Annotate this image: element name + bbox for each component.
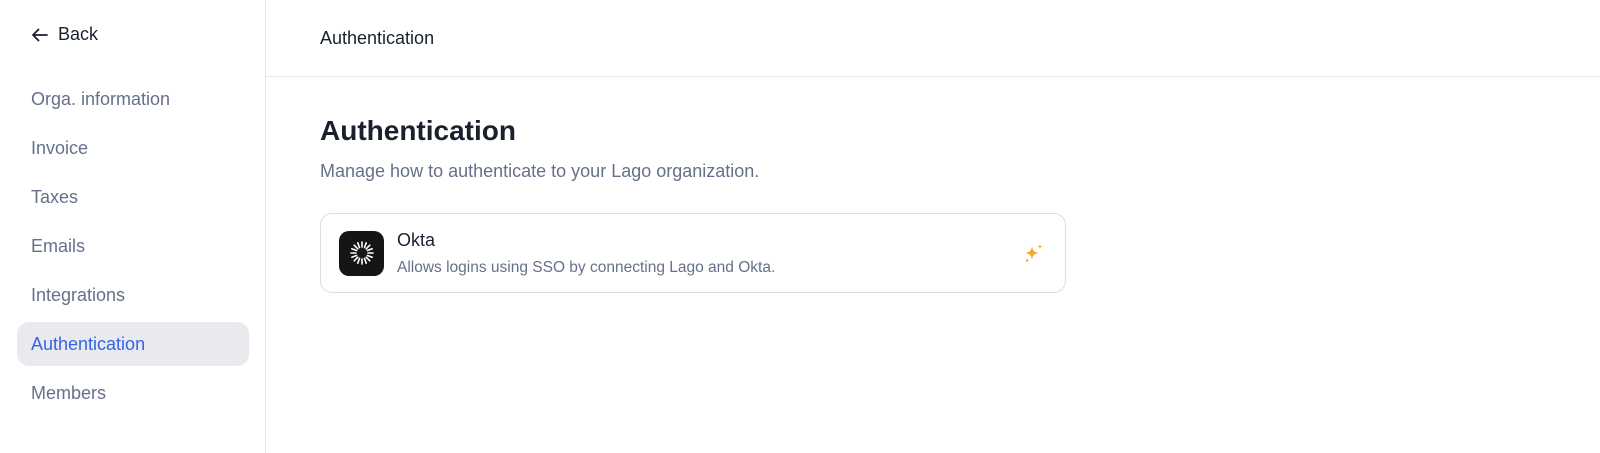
okta-logo-icon bbox=[339, 230, 384, 276]
sidebar-item-authentication[interactable]: Authentication bbox=[17, 322, 249, 366]
okta-card-text: Okta Allows logins using SSO by connecti… bbox=[397, 230, 775, 277]
back-label: Back bbox=[58, 24, 99, 44]
okta-card-title: Okta bbox=[397, 229, 436, 250]
page-header: Authentication bbox=[266, 0, 1600, 77]
arrow-left-icon bbox=[32, 28, 48, 41]
page-subtitle: Manage how to authenticate to your Lago … bbox=[320, 161, 760, 181]
okta-integration-card[interactable]: Okta Allows logins using SSO by connecti… bbox=[320, 213, 1066, 293]
header-title: Authentication bbox=[320, 27, 435, 48]
sidebar-item-taxes[interactable]: Taxes bbox=[17, 175, 249, 219]
okta-card-description: Allows logins using SSO by connecting La… bbox=[397, 258, 776, 276]
sidebar-item-integrations[interactable]: Integrations bbox=[17, 273, 249, 317]
page-title: Authentication bbox=[320, 115, 516, 146]
sidebar-item-invoice[interactable]: Invoice bbox=[17, 126, 249, 170]
settings-nav: Orga. information Invoice Taxes Emails I… bbox=[17, 77, 249, 420]
sidebar-item-emails[interactable]: Emails bbox=[17, 224, 249, 268]
sidebar-item-members[interactable]: Members bbox=[17, 371, 249, 415]
page-content: Authentication Manage how to authenticat… bbox=[266, 115, 1600, 293]
app-root: Back Orga. information Invoice Taxes Ema… bbox=[0, 0, 1600, 453]
sparkles-icon bbox=[1025, 244, 1043, 262]
back-button[interactable]: Back bbox=[30, 24, 98, 45]
settings-sidebar: Back Orga. information Invoice Taxes Ema… bbox=[0, 0, 266, 453]
main-panel: Authentication Authentication Manage how… bbox=[266, 0, 1600, 453]
sidebar-item-orga-information[interactable]: Orga. information bbox=[17, 77, 249, 121]
